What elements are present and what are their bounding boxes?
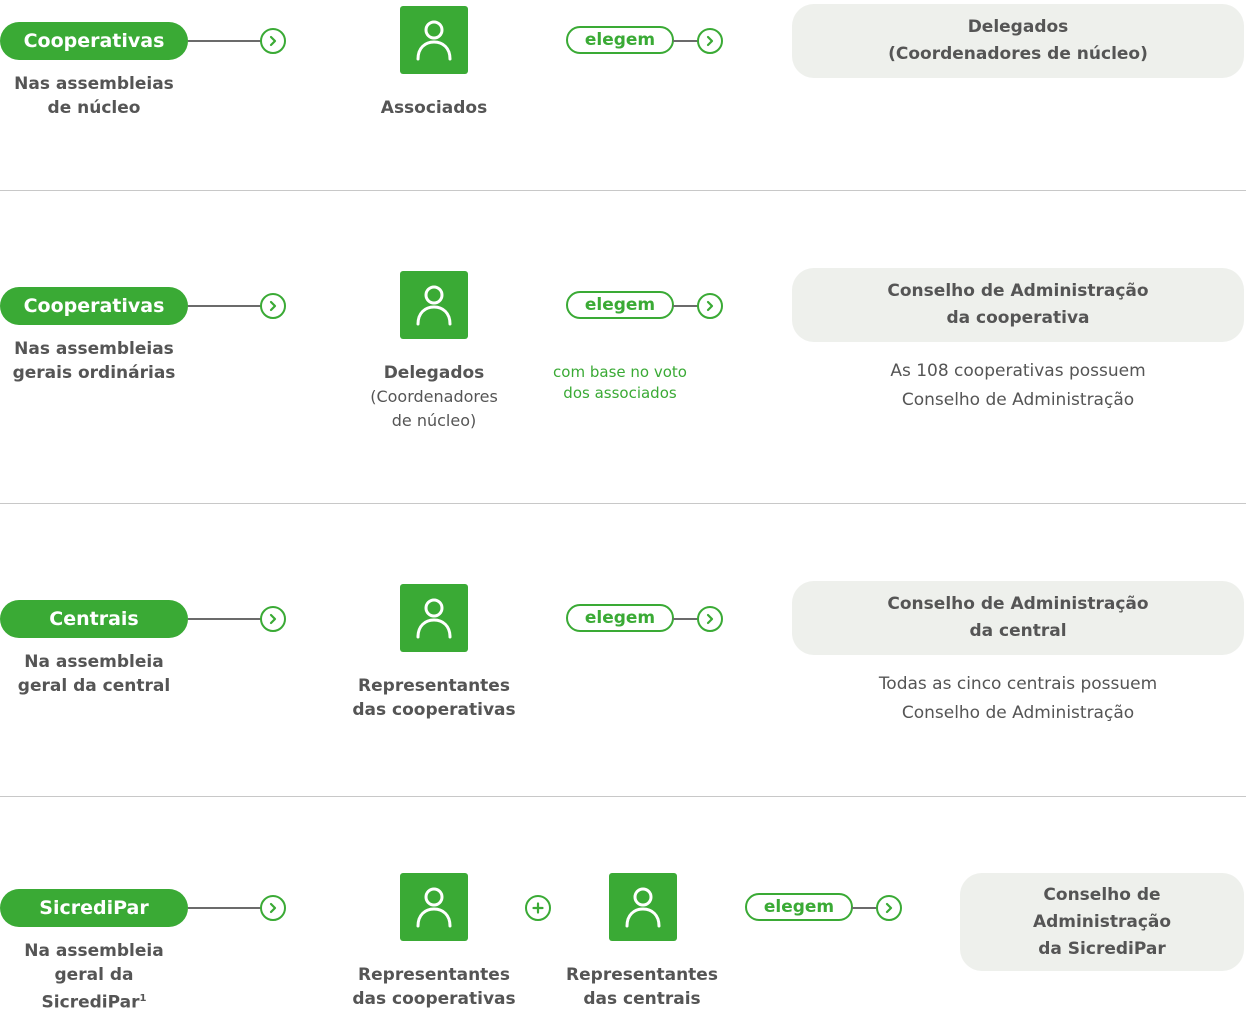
elegem-badge: elegem [566,26,674,54]
vote-note: com base no voto dos associados [553,363,687,402]
connector-line [188,40,262,42]
pill-centrais: Centrais [0,600,188,638]
connector-line [188,907,262,909]
pill-cooperativas-2: Cooperativas [0,287,188,325]
connector-line [673,305,699,307]
connector-line [188,618,262,620]
user-icon [400,6,468,74]
user-icon [400,584,468,652]
pill-sicredipar: SicrediPar [0,889,188,927]
user-icon [609,873,677,941]
elector-label: Associados [380,98,488,118]
elector-label: Representantes das centrais [566,965,718,1009]
scope-label: Na assembleia geral da central [17,652,171,696]
elector-label: Representantes das cooperativas [352,676,516,720]
chevron-right-circle-icon [876,895,902,921]
chevron-right-circle-icon [260,606,286,632]
result-note: Todas as cinco centrais possuem Conselho … [878,674,1158,723]
elegem-badge: elegem [745,893,853,921]
connector-line [852,907,878,909]
chevron-right-circle-icon [260,28,286,54]
chevron-right-circle-icon [697,606,723,632]
result-box: Conselho de Administração da central [792,581,1244,655]
scope-label: Na assembleia geral da SicrediPar1 [24,941,164,1013]
chevron-right-circle-icon [260,895,286,921]
scope-label: Nas assembleias de núcleo [14,74,174,118]
connector-line [188,305,262,307]
row-separator [0,796,1246,797]
result-box: Conselho de Administração da SicrediPar [960,873,1244,971]
chevron-right-circle-icon [260,293,286,319]
connector-line [673,40,699,42]
user-icon [400,271,468,339]
pill-cooperativas-1: Cooperativas [0,22,188,60]
footnote-marker: 1 [139,993,147,1004]
row-separator [0,503,1246,504]
scope-label: Nas assembleias gerais ordinárias [12,339,176,383]
connector-line [673,618,699,620]
result-box: Conselho de Administração da cooperativa [792,268,1244,342]
elector-label: Delegados (Coordenadores de núcleo) [370,363,498,430]
plus-circle-icon [525,895,551,921]
row-separator [0,190,1246,191]
elegem-badge: elegem [566,604,674,632]
chevron-right-circle-icon [697,293,723,319]
elector-label: Representantes das cooperativas [352,965,516,1009]
user-icon [400,873,468,941]
elegem-badge: elegem [566,291,674,319]
result-box: Delegados (Coordenadores de núcleo) [792,4,1244,78]
chevron-right-circle-icon [697,28,723,54]
result-note: As 108 cooperativas possuem Conselho de A… [890,361,1146,410]
